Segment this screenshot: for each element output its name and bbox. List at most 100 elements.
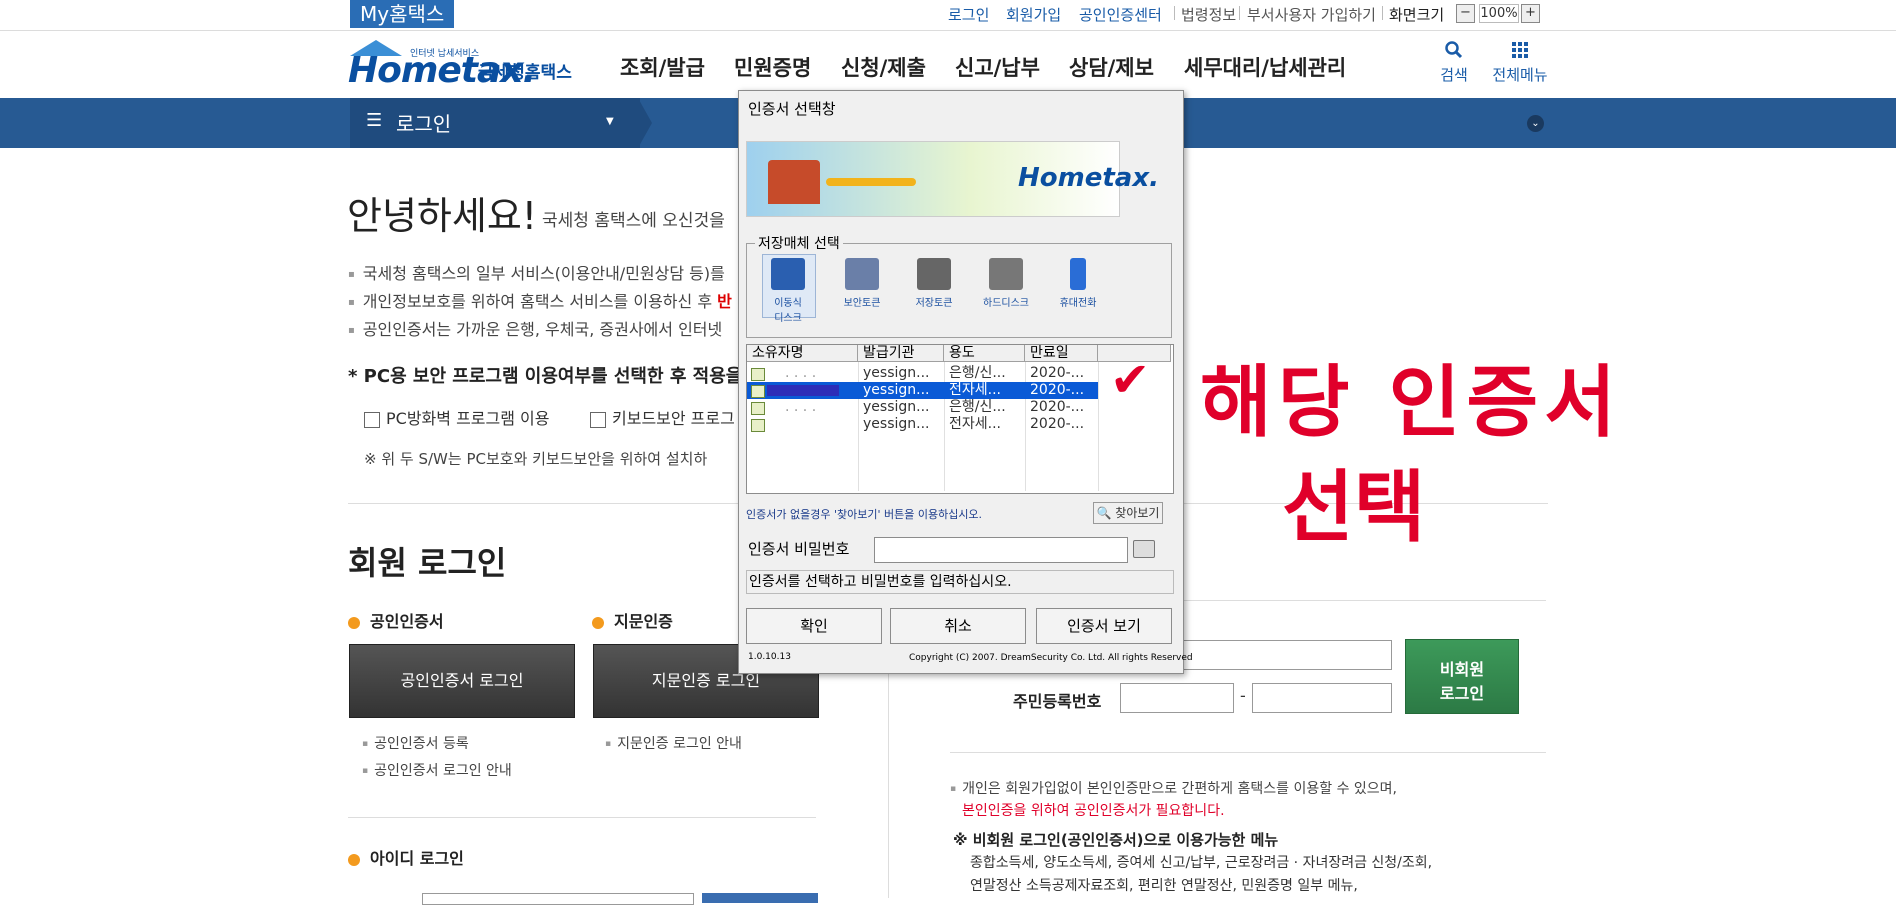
login-menu-label: 로그인 — [396, 112, 452, 136]
column-header-usage[interactable]: 용도 — [944, 345, 1025, 362]
cert-center-link[interactable]: 공인인증센터 — [1079, 4, 1162, 25]
info-bullet: 국세청 홈택스의 일부 서비스(이용안내/민원상담 등)를 — [348, 260, 725, 284]
nav-apply-submit[interactable]: 신청/제출 — [841, 52, 926, 82]
cert-row[interactable]: yessign... 전자세... 2020-... — [747, 416, 1098, 433]
cert-row-selected[interactable]: yessign... 전자세... 2020-... — [747, 382, 1098, 399]
band-arrow-shape — [638, 98, 652, 148]
id-login-button[interactable] — [702, 893, 818, 903]
rrn-front-input[interactable] — [1120, 683, 1234, 713]
zoom-out-button[interactable]: − — [1456, 4, 1475, 23]
search-icon — [1445, 41, 1463, 59]
chevron-down-icon: ▼ — [606, 116, 614, 127]
cert-register-link[interactable]: 공인인증서 등록 — [362, 733, 469, 753]
smart-card-icon — [917, 258, 951, 290]
mobile-phone-icon — [1070, 258, 1086, 290]
firewall-checkbox[interactable]: PC방화벽 프로그램 이용 — [364, 405, 549, 429]
dept-user-signup-link[interactable]: 부서사용자 가입하기 — [1247, 4, 1376, 25]
owner-redacted — [767, 385, 839, 396]
checkbox-box[interactable] — [364, 411, 380, 428]
dialog-title: 인증서 선택창 — [748, 100, 836, 118]
owner-cell: . . . . — [785, 399, 817, 415]
column-header-owner[interactable]: 소유자명 — [747, 345, 858, 362]
ok-button[interactable]: 확인 — [746, 608, 882, 644]
cancel-button[interactable]: 취소 — [890, 608, 1026, 644]
zoom-in-button[interactable]: + — [1521, 4, 1540, 23]
bullet-dot-icon — [348, 616, 360, 629]
media-mobile-phone[interactable]: 휴대전화 — [1052, 258, 1104, 309]
column-header-expiry[interactable]: 만료일 — [1025, 345, 1098, 362]
keyboard-security-checkbox[interactable]: 키보드보안 프로그 — [590, 405, 735, 429]
info-bullet-text: 개인정보보호를 위하여 홈택스 서비스를 이용하신 후 — [362, 292, 713, 311]
divider — [1239, 6, 1240, 20]
finger-section-title: 지문인증 — [592, 608, 673, 632]
id-input[interactable] — [422, 893, 694, 905]
find-button[interactable]: 🔍 찾아보기 — [1093, 502, 1163, 524]
nav-consult-report[interactable]: 상담/제보 — [1069, 52, 1154, 82]
nonmember-menu-line: 종합소득세, 양도소득세, 증여세 신고/납부, 근로장려금 · 자녀장려금 신… — [970, 855, 1433, 871]
expiry-cell: 2020-... — [1030, 365, 1085, 381]
signup-link[interactable]: 회원가입 — [1006, 4, 1061, 25]
media-hard-disk[interactable]: 하드디스크 — [980, 258, 1032, 309]
logo-subtitle: 인터넷 납세서비스 — [410, 49, 480, 59]
login-link[interactable]: 로그인 — [948, 4, 989, 25]
password-label: 인증서 비밀번호 — [748, 540, 850, 558]
cert-row[interactable]: . . . . yessign... 은행/신... 2020-... — [747, 399, 1098, 416]
find-hint: 인증서가 없을경우 '찾아보기' 버튼을 이용하십시오. — [746, 508, 983, 521]
media-removable-disk[interactable]: 이동식 디스크 — [762, 258, 814, 324]
media-label: 저장토큰 — [915, 298, 953, 309]
nonmember-login-button[interactable]: 비회원 로그인 — [1405, 639, 1519, 714]
law-info-link[interactable]: 법령정보 — [1181, 4, 1236, 25]
divider — [1382, 6, 1383, 20]
usage-cell: 은행/신... — [949, 365, 1006, 381]
all-menu-button[interactable]: 전체메뉴 — [1488, 40, 1552, 85]
floppy-disk-icon — [771, 258, 805, 290]
column-header-issuer[interactable]: 발급기관 — [858, 345, 944, 362]
grid-menu-icon — [1512, 42, 1528, 58]
checkbox-box[interactable] — [590, 411, 606, 428]
bullet-dot-icon — [592, 616, 604, 629]
hard-disk-icon — [989, 258, 1023, 290]
nav-report-pay[interactable]: 신고/납부 — [955, 52, 1040, 82]
my-hometax-tab[interactable]: My홈택스 — [350, 0, 455, 28]
media-storage-token[interactable]: 저장토큰 — [908, 258, 960, 309]
all-menu-label: 전체메뉴 — [1492, 66, 1548, 84]
info-bullet-red: 반 — [717, 292, 732, 311]
grid-line — [1098, 362, 1099, 491]
usage-cell: 전자세... — [949, 382, 1001, 398]
cert-section-title: 공인인증서 — [348, 608, 444, 632]
expand-circle-icon[interactable]: ⌄ — [1527, 115, 1544, 132]
login-menu-dropdown[interactable] — [350, 98, 640, 148]
bullet-dot-icon — [348, 853, 360, 866]
firewall-checkbox-label: PC방화벽 프로그램 이용 — [386, 409, 550, 428]
expiry-cell: 2020-... — [1030, 416, 1085, 432]
issuer-cell: yessign... — [863, 399, 930, 415]
cert-login-button[interactable]: 공인인증서 로그인 — [349, 644, 575, 718]
media-label: 하드디스크 — [983, 298, 1029, 309]
virtual-keyboard-icon[interactable] — [1133, 540, 1155, 558]
certificate-icon — [751, 419, 765, 432]
menu-icon: ☰ — [366, 110, 383, 131]
certificate-icon — [751, 385, 765, 398]
view-cert-button[interactable]: 인증서 보기 — [1036, 608, 1172, 644]
cert-row[interactable]: . . . . yessign... 은행/신... 2020-... — [747, 365, 1098, 382]
nav-civil-certificate[interactable]: 민원증명 — [734, 52, 811, 82]
find-button-label: 찾아보기 — [1115, 506, 1160, 520]
search-button[interactable]: 검색 — [1434, 40, 1474, 85]
house-icon — [768, 160, 820, 204]
rrn-label: 주민등록번호 — [1013, 692, 1102, 711]
media-security-token[interactable]: 보안토큰 — [836, 258, 888, 309]
certificate-icon — [751, 368, 765, 381]
security-program-title: * PC용 보안 프로그램 이용여부를 선택한 후 적용을 — [348, 366, 743, 387]
member-login-title: 회원 로그인 — [348, 544, 507, 582]
finger-login-guide-link[interactable]: 지문인증 로그인 안내 — [605, 733, 742, 753]
nav-inquiry-issue[interactable]: 조회/발급 — [620, 52, 705, 82]
cert-password-input[interactable] — [874, 537, 1128, 563]
greeting-title: 안녕하세요! — [347, 194, 538, 238]
nav-tax-agent[interactable]: 세무대리/납세관리 — [1184, 52, 1346, 82]
nonmember-info-red: 본인인증을 위하여 공인인증서가 필요합니다. — [962, 803, 1225, 819]
status-message: 인증서를 선택하고 비밀번호를 입력하십시오. — [746, 570, 1174, 594]
nonmember-btn-line1: 비회원 — [1439, 660, 1485, 679]
rrn-back-input[interactable] — [1252, 683, 1392, 713]
cert-login-guide-link[interactable]: 공인인증서 로그인 안내 — [362, 760, 512, 780]
nonmember-info: 개인은 회원가입없이 본인인증만으로 간편하게 홈택스를 이용할 수 있으며, — [950, 778, 1397, 798]
